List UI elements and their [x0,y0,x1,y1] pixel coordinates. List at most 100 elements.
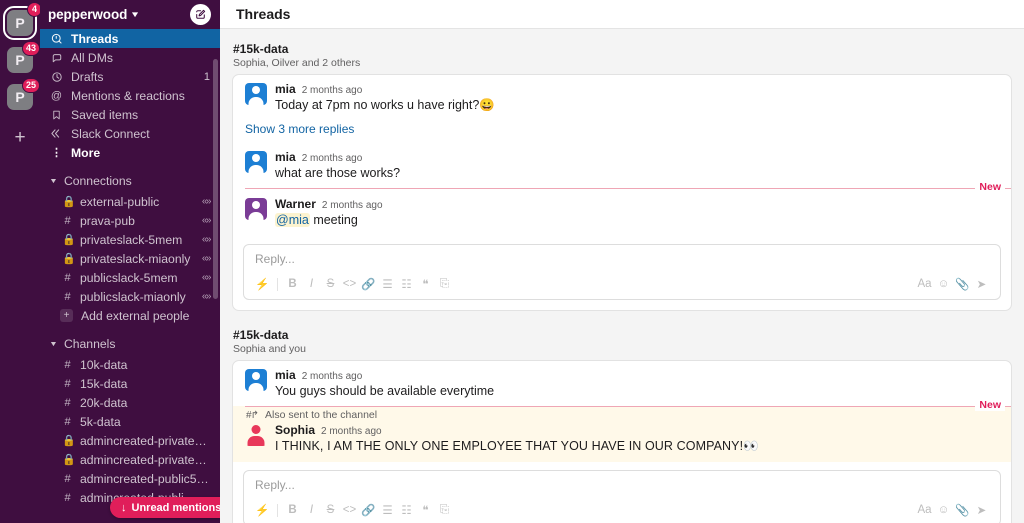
composer-toolbar: ⚡ B I S <> 🔗 ☰ ☷ ❝ ⎘ Aa ☺ 📎 ➤ [244,499,1000,523]
link-icon[interactable]: 🔗 [359,275,378,294]
reply-composer[interactable]: Reply... ⚡ B I S <> 🔗 ☰ ☷ ❝ ⎘ Aa ☺ 📎 ➤ [243,243,1001,300]
add-workspace-button[interactable]: + [7,125,33,151]
sidebar-channel-admincreated-private5mem[interactable]: 🔒 admincreated-private5mem [40,431,220,450]
user-mention[interactable]: @mia [275,213,310,227]
more-vertical-icon: ⋮ [51,147,62,159]
ordered-list-icon[interactable]: ☰ [378,501,397,520]
sidebar-channel-external-public[interactable]: 🔒 external-public «» [40,192,220,211]
lightning-icon[interactable]: ⚡ [253,275,272,294]
sidebar-scrollbar[interactable] [213,59,218,299]
add-external-people-button[interactable]: + Add external people [40,306,220,325]
chevron-down-icon: ▼ [49,177,58,185]
bulleted-list-icon[interactable]: ☷ [397,275,416,294]
chevron-down-icon: ▼ [130,10,141,19]
hash-icon: # [64,358,71,371]
threads-list[interactable]: #15k-data Sophia, Oilver and 2 others mi… [220,29,1024,523]
sidebar-item-more[interactable]: ⋮ More [40,143,220,162]
sidebar-channel-5k-data[interactable]: # 5k-data [40,412,220,431]
channel-label: 20k-data [80,395,128,410]
sidebar-channel-10k-data[interactable]: # 10k-data [40,355,220,374]
new-divider-line [245,406,1011,407]
reply-input[interactable]: Reply... [244,471,1000,499]
section-header-channels[interactable]: ▼ Channels [40,333,220,355]
strikethrough-icon[interactable]: S [321,501,340,520]
thread-header[interactable]: #15k-data Sophia and you [232,325,1012,360]
thread-header[interactable]: #15k-data Sophia, Oilver and 2 others [232,39,1012,74]
workspace-2[interactable]: P 43 [7,41,40,73]
sidebar-channel-admincreated-public5mem[interactable]: # admincreated-public5mem [40,469,220,488]
code-block-icon[interactable]: ⎘ [435,275,454,294]
sidebar-channel-admincreated-privateonly[interactable]: 🔒 admincreated-privateonly-… [40,450,220,469]
send-icon[interactable]: ➤ [972,501,991,520]
workspace-pepperwood[interactable]: P 4 [3,2,42,40]
blockquote-icon[interactable]: ❝ [416,501,435,520]
sidebar-item-saved-items[interactable]: Saved items [40,105,220,124]
reply-input[interactable]: Reply... [244,245,1000,273]
attachment-icon[interactable]: 📎 [953,275,972,294]
sidebar-scroll-area[interactable]: Threads All DMs Drafts 1 @ Mentions & re… [40,29,220,523]
format-aa-icon[interactable]: Aa [915,275,934,294]
sidebar-item-label: More [71,145,101,160]
message-row[interactable]: Warner 2 months ago @mia meeting [233,188,1011,236]
lightning-icon[interactable]: ⚡ [253,501,272,520]
channel-label: 5k-data [80,414,121,429]
message-text: @mia meeting [275,212,999,229]
toolbar-divider [277,503,278,517]
code-block-icon[interactable]: ⎘ [435,501,454,520]
sidebar-item-threads[interactable]: Threads [40,29,220,48]
bulleted-list-icon[interactable]: ☷ [397,501,416,520]
message-text: You guys should be available everytime [275,383,495,398]
hash-icon: # [64,415,71,428]
sidebar-item-label: Saved items [71,107,139,122]
sidebar-header: pepperwood ▼ [40,0,220,29]
ordered-list-icon[interactable]: ☰ [378,275,397,294]
avatar [245,198,267,220]
sidebar-item-drafts[interactable]: Drafts 1 [40,67,220,86]
channel-label: publicslack-miaonly [80,289,186,304]
sidebar-item-label: Slack Connect [71,126,150,141]
sidebar-channel-15k-data[interactable]: # 15k-data [40,374,220,393]
thread-channel-name: #15k-data [233,327,289,342]
message-row[interactable]: mia 2 months ago You guys should be avai… [233,361,1011,407]
sidebar-channel-privateslack-5mem[interactable]: 🔒 privateslack-5mem «» [40,230,220,249]
code-icon[interactable]: <> [340,275,359,294]
channel-label: 15k-data [80,376,128,391]
code-icon[interactable]: <> [340,501,359,520]
hash-arrow-icon: #↱ [246,409,259,421]
blockquote-icon[interactable]: ❝ [416,275,435,294]
smiley-emoji: 😀 [479,98,495,112]
sidebar-channel-publicslack-5mem[interactable]: # publicslack-5mem «» [40,268,220,287]
attachment-icon[interactable]: 📎 [953,501,972,520]
bold-icon[interactable]: B [283,501,302,520]
show-more-replies-link[interactable]: Show 3 more replies [233,121,1011,143]
thread-item: #15k-data Sophia, Oilver and 2 others mi… [220,29,1024,311]
section-header-connections[interactable]: ▼ Connections [40,170,220,192]
format-aa-icon[interactable]: Aa [915,501,934,520]
reply-composer[interactable]: Reply... ⚡ B I S <> 🔗 ☰ ☷ ❝ ⎘ Aa ☺ 📎 ➤ [243,469,1001,523]
avatar [245,424,267,446]
compose-button[interactable] [190,4,211,25]
sidebar-channel-prava-pub[interactable]: # prava-pub «» [40,211,220,230]
message-row[interactable]: mia 2 months ago what are those works? [233,143,1011,189]
strikethrough-icon[interactable]: S [321,275,340,294]
italic-icon[interactable]: I [302,275,321,294]
sidebar-channel-publicslack-miaonly[interactable]: # publicslack-miaonly «» [40,287,220,306]
italic-icon[interactable]: I [302,501,321,520]
slack-connect-icon: «» [201,291,212,302]
message-row[interactable]: mia 2 months ago Today at 7pm no works u… [233,75,1011,121]
workspace-name-button[interactable]: pepperwood ▼ [48,7,141,22]
bold-icon[interactable]: B [283,275,302,294]
sidebar-channel-privateslack-miaonly[interactable]: 🔒 privateslack-miaonly «» [40,249,220,268]
workspace-3[interactable]: P 25 [7,78,40,110]
sidebar-item-slack-connect[interactable]: Slack Connect [40,124,220,143]
message-row[interactable]: Sophia 2 months ago I THINK, I AM THE ON… [233,421,1011,462]
sidebar-channel-20k-data[interactable]: # 20k-data [40,393,220,412]
link-icon[interactable]: 🔗 [359,501,378,520]
send-icon[interactable]: ➤ [972,275,991,294]
emoji-icon[interactable]: ☺ [934,275,953,294]
sidebar-item-mentions-reactions[interactable]: @ Mentions & reactions [40,86,220,105]
sidebar-item-all-dms[interactable]: All DMs [40,48,220,67]
slack-app-window: P 4 P 43 P 25 + pepperwood ▼ Threads All… [0,0,1024,523]
emoji-icon[interactable]: ☺ [934,501,953,520]
unread-mentions-button[interactable]: ↓ Unread mentions [110,497,220,518]
